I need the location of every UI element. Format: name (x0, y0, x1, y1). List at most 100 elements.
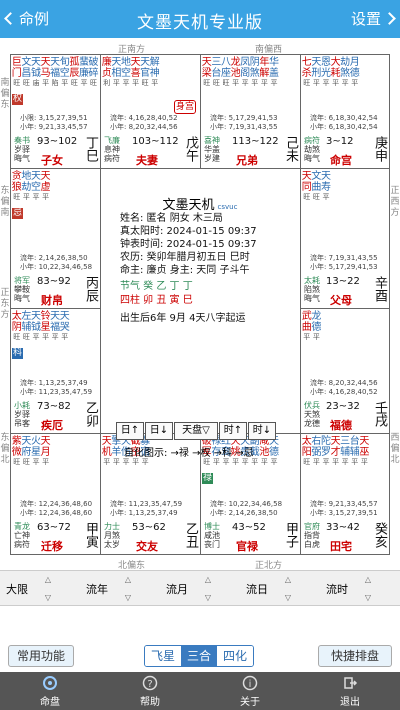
star-brightness: 平 (303, 333, 311, 341)
ganzhi-label: 丁巳 (83, 136, 98, 162)
down-arrow-icon[interactable]: ▽ (276, 589, 300, 607)
star: 华盖平 (269, 57, 279, 88)
star-brightness: 平 (42, 333, 50, 341)
minor-star: 月煞 (104, 531, 120, 540)
star: 天月平 (41, 436, 51, 467)
down-arrow-icon[interactable]: ▽ (356, 589, 380, 607)
star-name: 大 (330, 57, 341, 68)
palace-cell[interactable]: 紫微旺天府旺火星平天月平流年: 12,24,36,48,60 小年: 12,24,… (10, 433, 100, 554)
up-arrow-icon[interactable]: △ (36, 571, 60, 589)
palace-cell[interactable]: 太阴旺左辅旺天钺平铃星平天福平天哭平科流年: 1,13,25,37,49 小年: … (10, 308, 100, 433)
minor-star: 岁建 (204, 154, 220, 163)
feixing-tab[interactable]: 飞星 (145, 646, 181, 666)
star-name: 七 (301, 57, 312, 68)
star-brightness: 旺 (13, 458, 21, 466)
star-name: 文 (21, 57, 32, 68)
liushi-selector[interactable]: 流时 △ ▽ (320, 571, 400, 607)
chevron-right-icon (383, 12, 396, 25)
star-name-2: 空 (120, 68, 131, 79)
star-name-2: 廉 (78, 68, 89, 79)
minor-star: 劫煞 (304, 145, 320, 154)
tab-help[interactable]: ? 帮助 (100, 672, 200, 710)
tab-about[interactable]: i 关于 (200, 672, 300, 710)
age-line: 小年: 11,23,35,47,59 (20, 388, 93, 396)
svg-text:?: ? (147, 679, 152, 690)
day-up-button[interactable]: 日↑ (116, 422, 144, 440)
down-arrow-icon[interactable]: ▽ (116, 589, 140, 607)
star-brightness: 旺 (212, 79, 220, 87)
star-name-2: 梁 (201, 68, 212, 79)
up-arrow-icon[interactable]: △ (356, 571, 380, 589)
sanhe-tab[interactable]: 三合 (181, 646, 217, 666)
star-name-2: 罗 (320, 447, 331, 458)
settings-button[interactable]: 设置 (351, 8, 396, 29)
quick-chart-button[interactable]: 快捷排盘 (318, 645, 392, 667)
palace-cell[interactable]: 武曲平龙德平流年: 8,20,32,44,56 小年: 4,16,28,40,52… (300, 308, 389, 433)
minor-star: 晦气 (14, 294, 30, 303)
ganzhi-label: 癸亥 (372, 522, 387, 548)
star: 文曲旺 (311, 171, 321, 202)
star-name-2: 空 (30, 182, 41, 193)
star: 三辅平 (340, 436, 350, 467)
palace-cell[interactable]: 太阳旺右弼平陀罗平天才平三辅平台辅平天巫平流年: 9,21,33,45,57 小年… (300, 433, 389, 554)
down-arrow-icon[interactable]: ▽ (36, 589, 60, 607)
star-name: 天 (111, 57, 122, 68)
star-brightness: 平 (270, 79, 278, 87)
ganzhi-label: 甲寅 (83, 522, 98, 548)
up-arrow-icon[interactable]: △ (116, 571, 140, 589)
star-name-2: 解 (259, 68, 270, 79)
direction-label: 东偏南 (0, 186, 10, 218)
common-functions-button[interactable]: 常用功能 (8, 645, 74, 667)
star: 右弼平 (311, 436, 321, 467)
tab-chart[interactable]: 命盘 (0, 672, 100, 710)
minor-stars: 将军 攀鞍 晦气 (14, 276, 30, 303)
star-name: 三 (211, 57, 222, 68)
star-name: 年 (259, 57, 270, 68)
star-name-2: 狼 (11, 182, 22, 193)
minor-stars: 青龙 亡神 病符 (14, 522, 30, 549)
minor-star: 太岁 (104, 540, 120, 549)
palace-cell[interactable]: 天梁旺三台旺八座旺龙池平凤阁平阴煞平年解平华盖平流年: 5,17,29,41,5… (200, 54, 300, 168)
minor-star: 天煞 (304, 410, 320, 419)
star-name-2: 喜 (130, 68, 141, 79)
star: 蜚廉平 (79, 57, 89, 88)
star-name: 太 (11, 311, 22, 322)
help-icon: ? (142, 675, 158, 691)
palace-cell[interactable]: 贪狼旺地劫平天空平天虚平忌流年: 2,14,26,38,50 小年: 10,22,… (10, 168, 100, 308)
tianpan-dropdown[interactable]: 天盘▽ (174, 422, 218, 440)
liunian-selector[interactable]: 流年 △ ▽ (80, 571, 160, 607)
palace-cell[interactable]: 天同旺文曲旺天寿平流年: 7,19,31,43,55 小年: 5,17,29,41… (300, 168, 389, 308)
down-arrow-icon[interactable]: ▽ (196, 589, 220, 607)
age-line: 小年: 10,22,34,46,58 (20, 263, 93, 271)
up-arrow-icon[interactable]: △ (276, 571, 300, 589)
up-arrow-icon[interactable]: △ (196, 571, 220, 589)
minor-star: 指背 (304, 531, 320, 540)
palace-name: 迁移 (41, 540, 63, 553)
star-name: 阴 (249, 57, 260, 68)
dayun-selector[interactable]: 大限 △ ▽ (0, 571, 80, 607)
palace-cell[interactable]: 廉贞利天相平地空平天喜平天官旺解神平身宫 流年: 4,16,28,40,52 小年:… (100, 54, 200, 168)
hour-down-button[interactable]: 时↓ (248, 422, 276, 440)
star-name: 三 (340, 436, 351, 447)
chart-icon (43, 676, 57, 690)
center-title: 文墨天机 csvuc (100, 194, 300, 213)
liuyue-selector[interactable]: 流月 △ ▽ (160, 571, 240, 607)
tab-exit[interactable]: 退出 (300, 672, 400, 710)
liuri-selector[interactable]: 流日 △ ▽ (240, 571, 320, 607)
decade-range: 113~122 (232, 136, 279, 147)
star-name-2: 辅 (349, 447, 360, 458)
minor-star: 晦气 (14, 154, 30, 163)
star-name: 紫 (11, 436, 22, 447)
star-name: 武 (301, 311, 312, 322)
star-name-2: 碎 (88, 68, 99, 79)
center-info-panel: 文墨天机 csvuc 姓名: 匿名 阴女 木三局 真太阳时: 2024-01-15… (100, 190, 300, 468)
star-name-2: 门 (11, 68, 22, 79)
age-line: 小限: 3,15,27,39,51 (20, 114, 88, 122)
palace-cell[interactable]: 巨门旺文昌旺天钺庙天马平天福陷旬空平孤辰旺蜚廉平破碎旺权小限: 3,15,27,… (10, 54, 100, 168)
star-name: 天 (40, 436, 51, 447)
exit-icon (344, 677, 358, 689)
hour-up-button[interactable]: 时↑ (219, 422, 247, 440)
day-down-button[interactable]: 日↓ (145, 422, 173, 440)
palace-cell[interactable]: 七杀旺天刑平恩光平大耗平劫煞平月德平流年: 6,18,30,42,54 小年: 6… (300, 54, 389, 168)
sihua-tab[interactable]: 四化 (217, 646, 253, 666)
